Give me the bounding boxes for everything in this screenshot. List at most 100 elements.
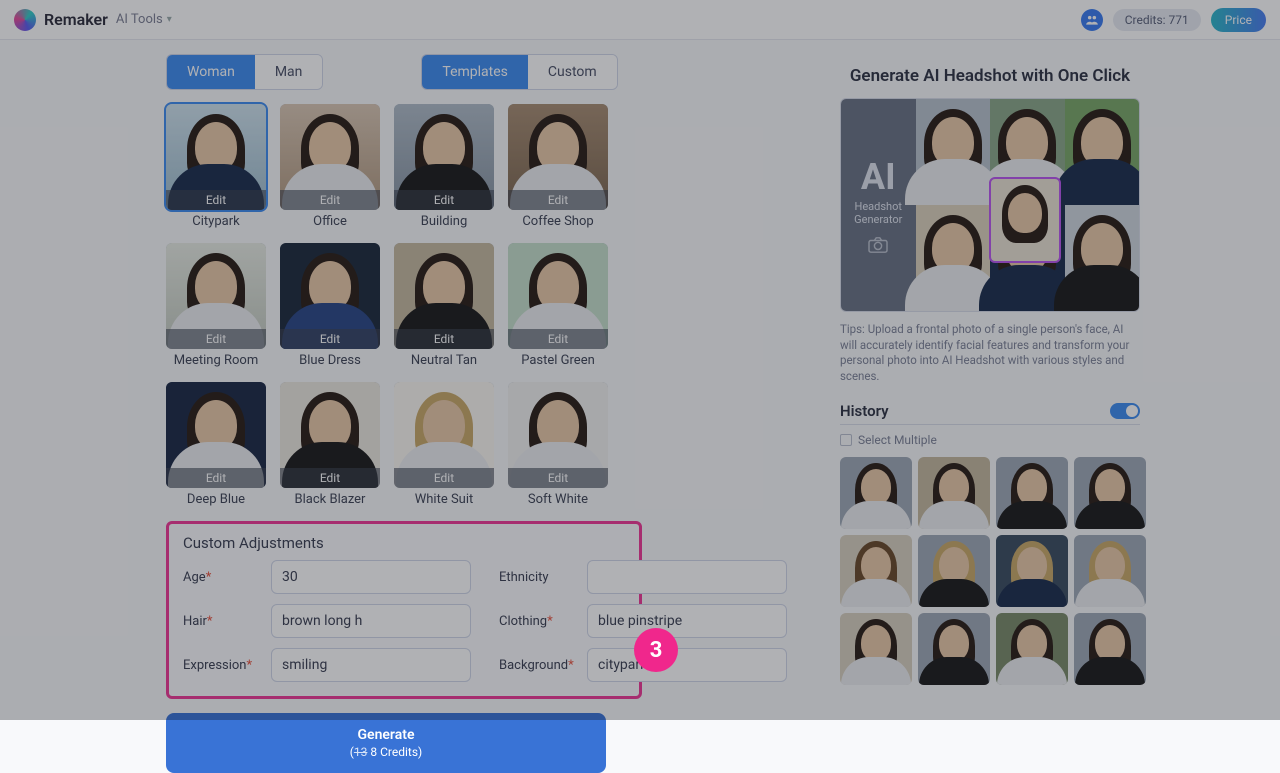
edit-button[interactable]: Edit bbox=[280, 190, 380, 210]
history-item[interactable] bbox=[1074, 457, 1146, 529]
history-item[interactable] bbox=[996, 535, 1068, 607]
edit-button[interactable]: Edit bbox=[166, 190, 266, 210]
main: Woman Man Templates Custom Edit Citypark … bbox=[0, 40, 1280, 720]
history-grid bbox=[840, 457, 1150, 685]
credits-badge[interactable]: Credits: 771 bbox=[1113, 9, 1201, 31]
ethnicity-input[interactable] bbox=[587, 560, 787, 594]
template-label: Black Blazer bbox=[280, 492, 380, 507]
template-card[interactable]: Edit Neutral Tan bbox=[394, 243, 494, 368]
template-label: Meeting Room bbox=[166, 353, 266, 368]
history-item[interactable] bbox=[996, 613, 1068, 685]
history-item[interactable] bbox=[996, 457, 1068, 529]
step-marker-3: 3 bbox=[634, 628, 678, 672]
community-icon[interactable] bbox=[1081, 9, 1103, 31]
template-card[interactable]: Edit Citypark bbox=[166, 104, 266, 229]
template-card[interactable]: EditSoft White bbox=[508, 382, 608, 507]
mode-segmented: Templates Custom bbox=[421, 54, 617, 90]
template-card[interactable]: Edit Blue Dress bbox=[280, 243, 380, 368]
history-item[interactable] bbox=[840, 613, 912, 685]
history-item[interactable] bbox=[918, 457, 990, 529]
expression-input[interactable] bbox=[271, 648, 471, 682]
header-right: Credits: 771 Price bbox=[1081, 8, 1266, 32]
chevron-down-icon: ▾ bbox=[167, 14, 172, 25]
brand-name: Remaker bbox=[44, 10, 108, 29]
template-card[interactable]: Edit Coffee Shop bbox=[508, 104, 608, 229]
edit-button[interactable]: Edit bbox=[508, 190, 608, 210]
history-item[interactable] bbox=[1074, 535, 1146, 607]
template-label: Deep Blue bbox=[166, 492, 266, 507]
template-label: Citypark bbox=[166, 214, 266, 229]
history-item[interactable] bbox=[918, 613, 990, 685]
template-label: Coffee Shop bbox=[508, 214, 608, 229]
history-header: History bbox=[840, 402, 1140, 425]
tab-templates[interactable]: Templates bbox=[422, 55, 528, 89]
checkbox-icon[interactable] bbox=[840, 434, 852, 446]
edit-button[interactable]: Edit bbox=[166, 468, 266, 488]
edit-button[interactable]: Edit bbox=[394, 190, 494, 210]
history-toggle[interactable] bbox=[1110, 403, 1140, 419]
expression-label: Expression* bbox=[183, 658, 261, 673]
tab-woman[interactable]: Woman bbox=[167, 55, 255, 89]
right-title: Generate AI Headshot with One Click bbox=[840, 66, 1140, 86]
logo-icon bbox=[14, 9, 36, 31]
template-card[interactable]: Edit Deep Blue bbox=[166, 382, 266, 507]
select-multiple-label: Select Multiple bbox=[858, 433, 937, 447]
camera-icon bbox=[867, 236, 889, 254]
clothing-label: Clothing* bbox=[499, 614, 577, 629]
custom-adjustments-panel: Custom Adjustments Age* Ethnicity Hair* … bbox=[166, 521, 642, 699]
edit-button[interactable]: Edit bbox=[394, 468, 494, 488]
template-card[interactable]: Edit Black Blazer bbox=[280, 382, 380, 507]
template-label: White Suit bbox=[394, 492, 494, 507]
clothing-input[interactable] bbox=[587, 604, 787, 638]
edit-button[interactable]: Edit bbox=[394, 329, 494, 349]
history-title: History bbox=[840, 402, 889, 420]
ai-tools-label: AI Tools bbox=[116, 12, 163, 27]
custom-title: Custom Adjustments bbox=[183, 534, 625, 552]
template-card[interactable]: Edit Pastel Green bbox=[508, 243, 608, 368]
hero-preview: AI HeadshotGenerator bbox=[840, 98, 1140, 312]
edit-button[interactable]: Edit bbox=[508, 329, 608, 349]
ethnicity-label: Ethnicity bbox=[499, 570, 577, 585]
generate-label: Generate bbox=[166, 727, 606, 743]
header-left: Remaker AI Tools ▾ bbox=[14, 9, 172, 31]
price-button[interactable]: Price bbox=[1211, 8, 1266, 32]
template-label: Office bbox=[280, 214, 380, 229]
generate-button[interactable]: Generate (13 8 Credits) bbox=[166, 713, 606, 773]
hair-input[interactable] bbox=[271, 604, 471, 638]
template-card[interactable]: Edit Building bbox=[394, 104, 494, 229]
template-label: Building bbox=[394, 214, 494, 229]
template-card[interactable]: Edit Office bbox=[280, 104, 380, 229]
hero-selected-face bbox=[989, 177, 1061, 263]
template-grid: Edit Citypark Edit Office Edit Building Edi… bbox=[166, 104, 626, 507]
gender-segmented: Woman Man bbox=[166, 54, 323, 90]
left-panel: Woman Man Templates Custom Edit Citypark … bbox=[0, 40, 770, 720]
tab-row: Woman Man Templates Custom bbox=[166, 54, 770, 90]
background-input[interactable] bbox=[587, 648, 787, 682]
age-input[interactable] bbox=[271, 560, 471, 594]
tips-text: Tips: Upload a frontal photo of a single… bbox=[840, 322, 1140, 384]
hair-label: Hair* bbox=[183, 614, 261, 629]
edit-button[interactable]: Edit bbox=[166, 329, 266, 349]
history-item[interactable] bbox=[840, 535, 912, 607]
template-card[interactable]: Edit White Suit bbox=[394, 382, 494, 507]
template-label: Blue Dress bbox=[280, 353, 380, 368]
select-multiple[interactable]: Select Multiple bbox=[840, 433, 1280, 447]
template-label: Neutral Tan bbox=[394, 353, 494, 368]
age-label: Age* bbox=[183, 570, 261, 585]
generate-cost: (13 8 Credits) bbox=[166, 745, 606, 759]
tab-custom[interactable]: Custom bbox=[528, 55, 617, 89]
edit-button[interactable]: Edit bbox=[280, 468, 380, 488]
history-item[interactable] bbox=[1074, 613, 1146, 685]
history-item[interactable] bbox=[918, 535, 990, 607]
ai-tools-menu[interactable]: AI Tools ▾ bbox=[116, 12, 172, 27]
edit-button[interactable]: Edit bbox=[280, 329, 380, 349]
tab-man[interactable]: Man bbox=[255, 55, 323, 89]
edit-button[interactable]: Edit bbox=[508, 468, 608, 488]
history-item[interactable] bbox=[840, 457, 912, 529]
background-label: Background* bbox=[499, 658, 577, 673]
template-card[interactable]: Edit Meeting Room bbox=[166, 243, 266, 368]
hero-ai-label: AI HeadshotGenerator bbox=[841, 99, 916, 311]
header: Remaker AI Tools ▾ Credits: 771 Price bbox=[0, 0, 1280, 40]
template-label: Pastel Green bbox=[508, 353, 608, 368]
right-panel: Generate AI Headshot with One Click AI H… bbox=[770, 40, 1280, 720]
